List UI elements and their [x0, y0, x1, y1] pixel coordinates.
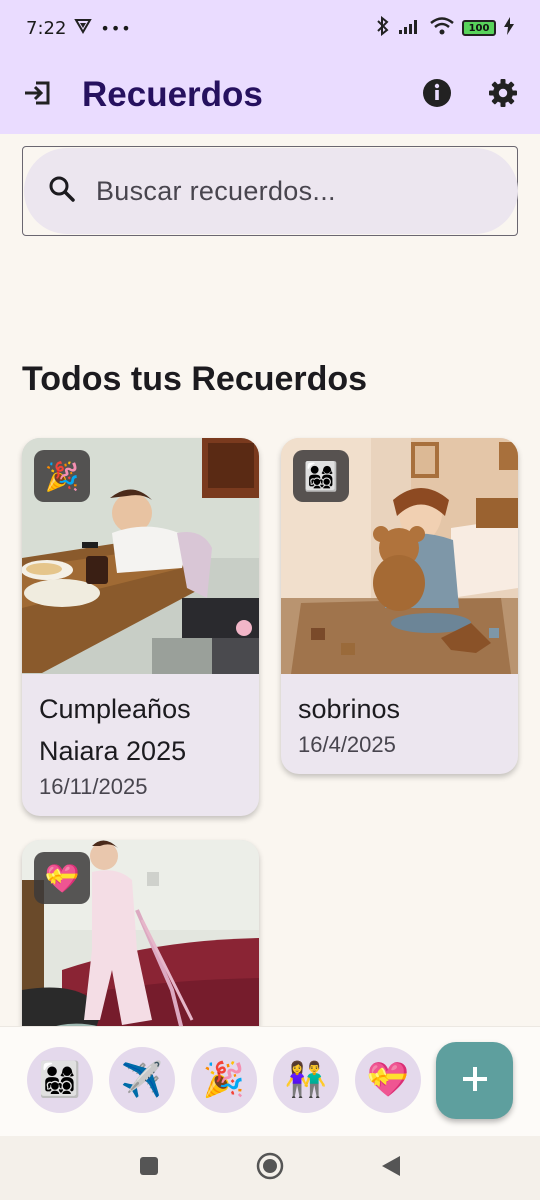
- heart-gift-icon: 💝: [34, 852, 90, 904]
- memory-card[interactable]: 🎉 Cumpleaños Naiara 2025 16/11/2025: [22, 438, 259, 816]
- family-icon: 👨‍👩‍👧‍👦: [293, 450, 349, 502]
- memory-date: 16/4/2025: [298, 732, 396, 757]
- status-right: 100: [376, 15, 514, 40]
- vpn-icon: [74, 17, 93, 40]
- category-love-chip[interactable]: 💝: [355, 1047, 421, 1113]
- search-icon: [48, 175, 76, 207]
- memory-card-body: sobrinos 16/4/2025: [281, 674, 518, 774]
- airplane-icon: ✈️: [120, 1060, 164, 1100]
- family-icon: 👨‍👩‍👧‍👦: [38, 1060, 82, 1100]
- signal-icon: [398, 17, 422, 39]
- recents-button[interactable]: [138, 1155, 160, 1181]
- category-couple-chip[interactable]: 👫: [273, 1047, 339, 1113]
- memory-date: 16/11/2025: [39, 774, 148, 799]
- more-icon: •••: [100, 18, 132, 38]
- memory-card[interactable]: 💝: [22, 840, 259, 1050]
- app-bar: Recuerdos: [0, 56, 540, 134]
- couple-icon: 👫: [284, 1060, 328, 1100]
- login-icon[interactable]: [22, 77, 54, 113]
- system-nav-bar: [0, 1136, 540, 1200]
- heart-gift-icon: 💝: [366, 1060, 410, 1100]
- party-popper-icon: 🎉: [202, 1060, 246, 1100]
- section-title: Todos tus Recuerdos: [22, 360, 368, 398]
- category-bar: 👨‍👩‍👧‍👦 ✈️ 🎉 👫 💝: [0, 1026, 540, 1136]
- status-time: 7:22: [26, 17, 67, 39]
- back-button[interactable]: [380, 1154, 402, 1182]
- info-icon[interactable]: [422, 78, 452, 112]
- memory-card[interactable]: 👨‍👩‍👧‍👦 sobrinos 16/4/2025: [281, 438, 518, 774]
- home-button[interactable]: [256, 1152, 284, 1184]
- status-left: 7:22 •••: [26, 17, 132, 40]
- battery-level: 100: [468, 22, 490, 34]
- category-travel-chip[interactable]: ✈️: [109, 1047, 175, 1113]
- status-bar: 7:22 ••• 100: [0, 0, 540, 56]
- charging-icon: [504, 17, 514, 39]
- memory-title: Cumpleaños Naiara 2025: [39, 694, 191, 766]
- add-memory-button[interactable]: [436, 1042, 513, 1119]
- battery-icon: 100: [462, 20, 496, 36]
- memory-photo: 🎉: [22, 438, 259, 674]
- memory-photo: 💝: [22, 840, 259, 1050]
- memory-photo: 👨‍👩‍👧‍👦: [281, 438, 518, 674]
- app-title: Recuerdos: [82, 75, 263, 114]
- party-popper-icon: 🎉: [34, 450, 90, 502]
- category-party-chip[interactable]: 🎉: [191, 1047, 257, 1113]
- app-actions: [422, 78, 518, 112]
- wifi-icon: [430, 17, 454, 39]
- category-family-chip[interactable]: 👨‍👩‍👧‍👦: [27, 1047, 93, 1113]
- memory-title: sobrinos: [298, 694, 401, 724]
- settings-icon[interactable]: [488, 78, 518, 112]
- search-input[interactable]: Buscar recuerdos...: [24, 148, 518, 234]
- memory-card-body: Cumpleaños Naiara 2025 16/11/2025: [22, 674, 259, 816]
- search-placeholder: Buscar recuerdos...: [96, 175, 336, 206]
- bluetooth-icon: [376, 15, 390, 40]
- plus-icon: [461, 1065, 489, 1097]
